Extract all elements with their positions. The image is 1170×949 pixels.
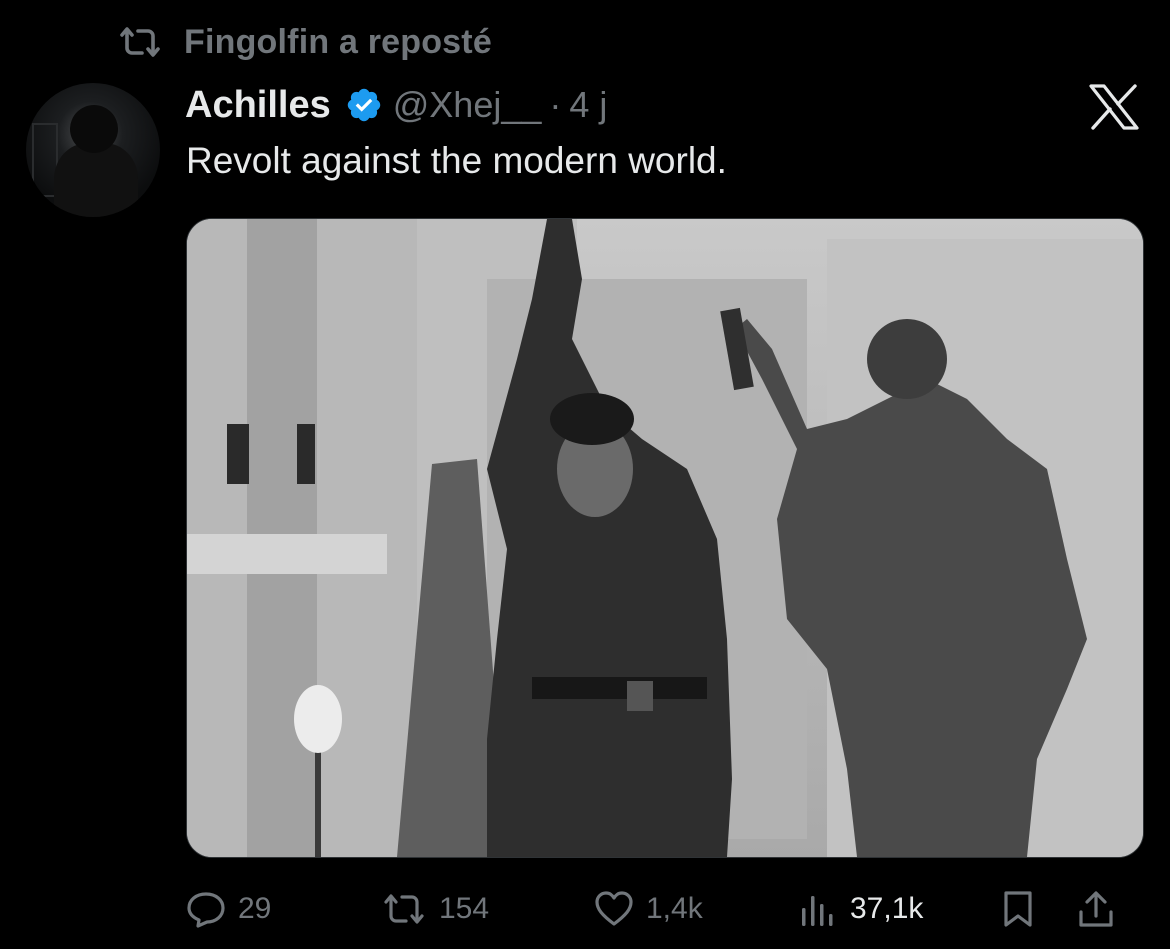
bookmark-icon <box>1004 891 1032 927</box>
reply-button[interactable]: 29 <box>186 884 271 934</box>
verified-badge-icon <box>347 88 380 122</box>
like-count: 1,4k <box>646 892 703 925</box>
repost-label: Fingolfin a reposté <box>184 22 492 61</box>
action-bar: 29 154 1,4k 37,1k <box>186 884 1146 934</box>
photo-illustration <box>187 219 1143 857</box>
repost-indicator[interactable]: Fingolfin a reposté <box>118 22 492 62</box>
repost-count: 154 <box>439 892 490 925</box>
views-chart-icon <box>802 896 833 926</box>
view-count: 37,1k <box>850 892 924 925</box>
repost-button[interactable]: 154 <box>381 884 489 934</box>
heart-icon <box>595 891 633 926</box>
x-logo-icon <box>1089 84 1139 130</box>
like-button[interactable]: 1,4k <box>594 884 703 934</box>
tweet-text: Revolt against the modern world. <box>186 140 727 181</box>
author-name[interactable]: Achilles <box>185 84 331 127</box>
reply-icon <box>187 892 225 928</box>
repost-icon <box>384 894 424 924</box>
avatar-figure-head <box>70 105 118 153</box>
views-button[interactable]: 37,1k <box>798 884 923 934</box>
reply-count: 29 <box>238 892 272 925</box>
tweet-header: Achilles @Xhej__ · 4 j <box>185 80 607 130</box>
separator-dot: · <box>549 84 562 125</box>
bookmark-button[interactable] <box>998 884 1038 934</box>
author-handle[interactable]: @Xhej__ <box>393 84 542 126</box>
share-button[interactable] <box>1076 884 1116 934</box>
tweet-timestamp[interactable]: 4 j <box>569 84 607 126</box>
avatar[interactable] <box>26 83 160 217</box>
avatar-figure-body <box>54 143 138 217</box>
repost-icon <box>120 27 160 57</box>
share-icon <box>1079 891 1113 927</box>
tweet-photo[interactable] <box>186 218 1144 858</box>
